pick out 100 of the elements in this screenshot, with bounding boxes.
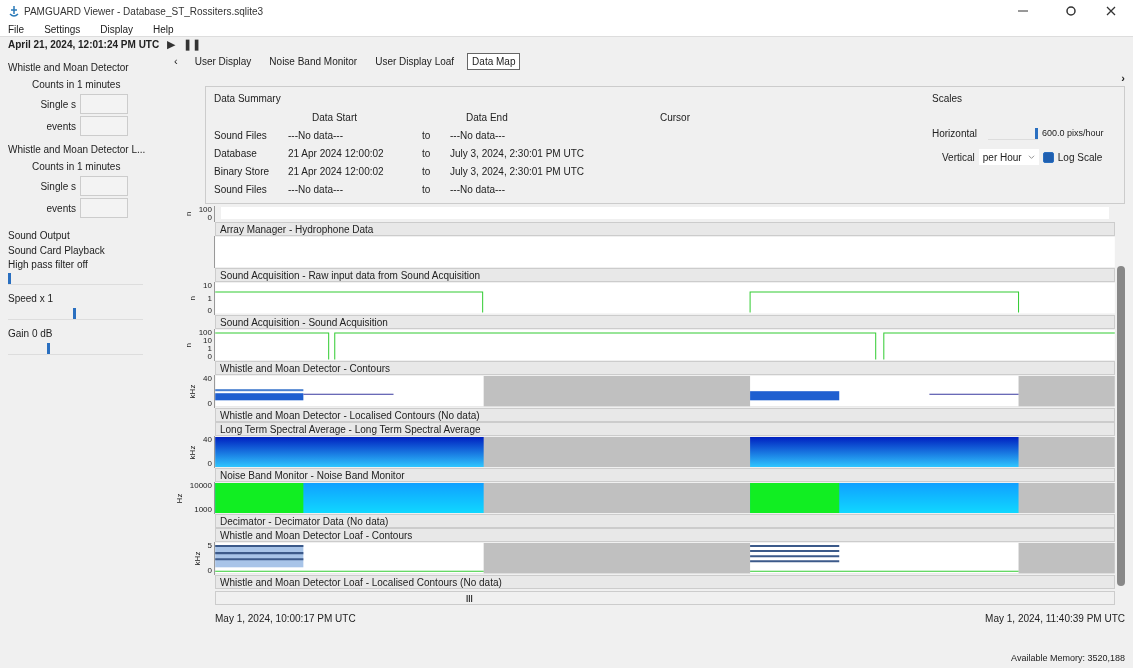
count-field[interactable] (80, 94, 128, 114)
to-label: to (422, 147, 432, 161)
row-label: Sound Files (214, 183, 268, 197)
slider-label: Speed x 1 (8, 292, 55, 306)
axis-tick: 100 (198, 328, 212, 337)
row-label: Binary Store (214, 165, 271, 179)
current-time-label: April 21, 2024, 12:01:24 PM UTC (8, 38, 160, 52)
data-stream-header: Sound Acquisition - Sound Acquisition (215, 314, 1115, 329)
data-stream-header: Whistle and Moan Detector Loaf - Contours (215, 528, 1115, 543)
axis-tick: 10 (203, 282, 212, 291)
dropdown-value: per Hour (982, 150, 1022, 165)
axis-tick: 0 (207, 214, 212, 222)
axis-tick: 0 (207, 566, 212, 575)
axis-tick: 10000 (189, 481, 212, 490)
tab[interactable]: User Display (189, 52, 257, 70)
log-scale-checkbox[interactable] (1042, 151, 1054, 163)
axis-tick: 0 (207, 353, 212, 362)
panel-title: Scales (932, 92, 963, 106)
axis-tick: 1000 (194, 506, 212, 515)
tab-scroll-button[interactable]: ‹ (170, 52, 182, 70)
app-icon (8, 5, 20, 17)
date-end: ---No data--- (450, 183, 506, 197)
axis-unit: Hz (173, 492, 185, 506)
info-text: Sound Card Playback (8, 245, 106, 257)
axis-unit: kHz (187, 443, 199, 461)
axis-tick: 0 (207, 459, 212, 468)
date-start: ---No data--- (288, 183, 344, 197)
data-stream-header: Noise Band Monitor - Noise Band Monitor (215, 467, 1115, 482)
field-label: events (46, 119, 76, 134)
scale-label: Vertical (942, 150, 975, 165)
memory-status: Available Memory: 3520,188 (1011, 652, 1125, 666)
horizontal-scrollbar[interactable]: ||| (215, 590, 1115, 605)
vertical-scale-dropdown[interactable]: per Hour (978, 149, 1039, 165)
to-label: to (422, 129, 432, 143)
date-start: 21 Apr 2024 12:00:02 (288, 165, 385, 179)
axis-unit: kHz (191, 550, 203, 568)
info-text: High pass filter off (8, 259, 89, 271)
play-button[interactable]: ▶ (167, 36, 176, 53)
date-end: July 3, 2024, 2:30:01 PM UTC (450, 147, 585, 161)
count-field[interactable] (80, 198, 128, 218)
scale-label: Horizontal (932, 127, 979, 141)
scrollbar-grip: ||| (466, 591, 473, 604)
row-label: Database (214, 147, 258, 161)
date-end: ---No data--- (450, 129, 506, 143)
vertical-scrollbar[interactable] (1117, 266, 1125, 586)
panel-title: Data Summary (214, 92, 282, 106)
column-header: Cursor (659, 111, 691, 125)
to-label: to (422, 165, 432, 179)
counts-label: Counts in 1 minutes (31, 78, 122, 92)
count-field[interactable] (80, 116, 128, 136)
tab[interactable]: Data Map (467, 52, 521, 70)
scale-value: 600.0 pixs/hour (1042, 126, 1104, 140)
data-stream-header: Whistle and Moan Detector - Contours (215, 361, 1115, 376)
column-header: Data Start (311, 111, 359, 125)
axis-tick: 5 (207, 542, 212, 551)
time-start-label: May 1, 2024, 10:00:17 PM UTC (215, 611, 356, 626)
date-start: 21 Apr 2024 12:00:02 (288, 147, 385, 161)
row-label: Sound Files (214, 129, 268, 143)
menu-item[interactable]: Help (149, 21, 178, 37)
axis-tick: 0 (207, 306, 212, 315)
axis-tick: 1 (207, 294, 212, 303)
menu-item[interactable]: Settings (40, 21, 85, 37)
axis-unit: kHz (187, 383, 199, 401)
date-start: ---No data--- (288, 129, 344, 143)
axis-tick: 0 (207, 399, 212, 408)
section-title: Whistle and Moan Detector (8, 61, 130, 75)
menu-item[interactable]: File (4, 21, 29, 37)
restore-icon (1065, 5, 1077, 17)
slider-thumb[interactable] (73, 308, 76, 319)
section-title: Whistle and Moan Detector L... (8, 143, 147, 157)
section-title: Sound Output (8, 229, 71, 243)
data-stream-header: Decimator - Decimator Data (No data) (215, 514, 1115, 529)
axis-unit: n (187, 295, 199, 303)
field-label: Single s (40, 179, 76, 194)
slider-thumb[interactable] (47, 343, 50, 354)
tab[interactable]: User Display Loaf (370, 52, 460, 70)
time-end-label: May 1, 2024, 11:40:39 PM UTC (985, 611, 1125, 626)
tab[interactable]: Noise Band Monitor (264, 52, 363, 70)
axis-tick: 40 (203, 375, 212, 384)
chevron-down-icon (1027, 153, 1035, 161)
column-header: Data End (465, 111, 509, 125)
axis-unit: n (182, 210, 194, 219)
field-label: Single s (40, 97, 76, 112)
window-title: PAMGUARD Viewer - Database_ST_Rossiters.sqlite3 (24, 4, 264, 19)
axis-tick: 1 (207, 345, 212, 354)
collapse-button[interactable]: › (1121, 69, 1125, 86)
count-field[interactable] (80, 176, 128, 196)
field-label: events (46, 201, 76, 216)
data-stream-header: Sound Acquisition - Raw input data from Sound Acquisition (215, 268, 1115, 283)
date-end: July 3, 2024, 2:30:01 PM UTC (450, 165, 585, 179)
slider-thumb[interactable] (8, 273, 11, 284)
to-label: to (422, 183, 432, 197)
data-stream-header: Array Manager - Hydrophone Data (215, 222, 1115, 236)
counts-label: Counts in 1 minutes (31, 160, 122, 174)
data-stream-header: Whistle and Moan Detector - Localised Contours (No data) (215, 407, 1115, 422)
slider-label: Gain 0 dB (8, 327, 54, 341)
pause-button[interactable]: ❚❚ (183, 36, 202, 53)
menu-item[interactable]: Display (96, 21, 138, 37)
slider-thumb[interactable] (1035, 127, 1038, 139)
axis-tick: 100 (198, 206, 212, 214)
